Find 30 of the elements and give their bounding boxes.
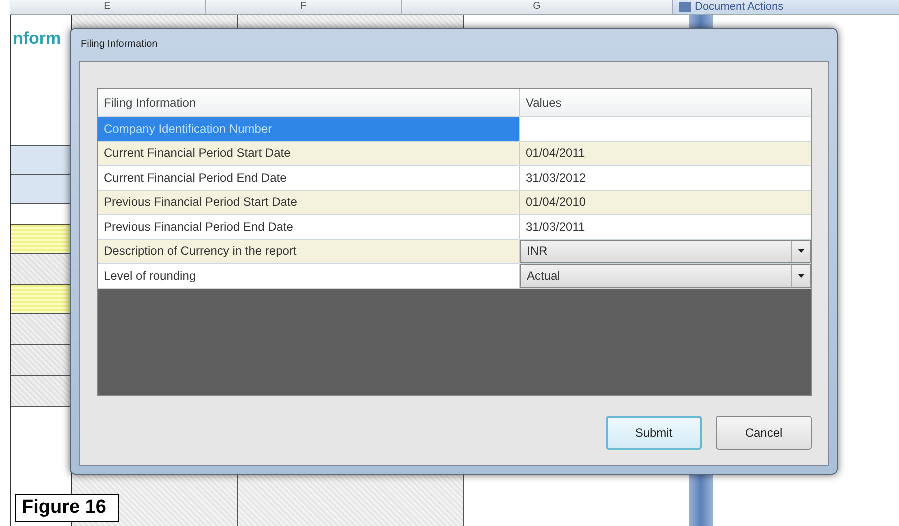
column-header[interactable]: F [206,0,402,14]
table-cell[interactable]: 31/03/2012 [520,166,811,190]
spreadsheet-cell [11,345,71,376]
table-cell[interactable]: 31/03/2011 [520,215,811,238]
column-header[interactable]: Filing Information [98,89,520,116]
table-cell[interactable]: Current Financial Period End Date [98,166,520,190]
spreadsheet-cell [11,285,71,314]
dropdown-value: INR [527,244,548,258]
dropdown[interactable]: Actual [520,264,811,288]
table-cell[interactable]: 01/04/2011 [520,142,811,165]
dropdown-value: Actual [527,268,560,283]
spreadsheet-cell [11,175,71,204]
spreadsheet-cell [11,376,71,407]
table-cell[interactable]: 01/04/2010 [520,190,811,214]
dialog-button[interactable]: Submit [606,416,702,450]
table-cell[interactable]: Previous Financial Period Start Date [98,190,520,214]
table-cell[interactable]: Current Financial Period Start Date [98,142,520,165]
column-header[interactable]: E [10,0,206,14]
figure-caption: Figure 16 [15,494,120,522]
spreadsheet-cell [11,314,71,345]
pane-title: Document Actions [695,1,784,13]
dropdown[interactable]: INR [520,240,811,263]
cell-text: nform [13,29,62,49]
spreadsheet-cell [11,225,71,254]
dialog-button[interactable]: Cancel [716,416,812,450]
column-header[interactable]: Values [520,89,811,116]
spreadsheet-cell [11,254,71,285]
dialog-title: Filing Information [80,38,159,52]
pane-icon [679,2,691,12]
table-cell[interactable]: Previous Financial Period End Date [98,215,520,238]
